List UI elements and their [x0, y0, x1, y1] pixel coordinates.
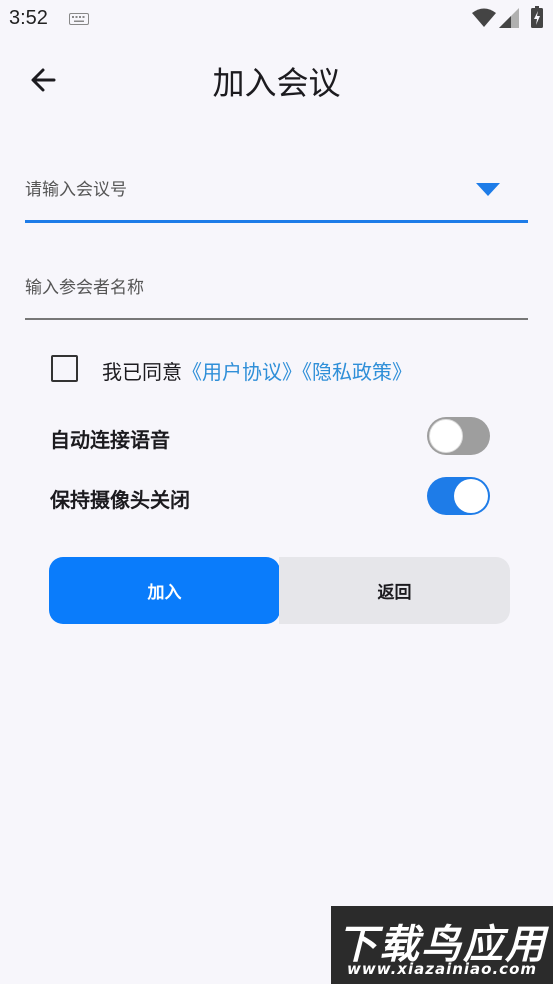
camera-off-label: 保持摄像头关闭: [50, 488, 190, 512]
toggle-thumb: [429, 419, 463, 453]
meeting-number-placeholder: 请输入会议号: [25, 180, 127, 200]
page-title: 加入会议: [212, 64, 341, 102]
agreement-checkbox[interactable]: [51, 355, 78, 382]
back-button[interactable]: 返回: [279, 557, 510, 624]
agreement-text: 我已同意《用户协议》《隐私政策》: [102, 356, 412, 385]
battery-icon: [531, 6, 543, 28]
participant-name-placeholder: 输入参会者名称: [25, 278, 144, 298]
privacy-policy-link[interactable]: 《隐私政策》: [302, 360, 412, 384]
auto-audio-toggle[interactable]: [427, 417, 490, 455]
meeting-number-input[interactable]: 请输入会议号: [25, 160, 528, 223]
keyboard-icon: [69, 13, 89, 25]
participant-name-input[interactable]: 输入参会者名称: [25, 258, 528, 320]
watermark-logo: 下载鸟应用 www.xiazainiao.com: [331, 906, 553, 984]
signal-icon: [499, 8, 519, 28]
camera-off-toggle[interactable]: [427, 477, 490, 515]
agreement-label: 我已同意: [102, 360, 182, 384]
status-bar: 3:52: [0, 0, 553, 40]
wifi-icon: [472, 8, 496, 27]
join-button[interactable]: 加入: [49, 557, 280, 624]
auto-audio-label: 自动连接语音: [50, 428, 170, 452]
user-agreement-link[interactable]: 《用户协议》: [182, 360, 302, 384]
watermark-url: www.xiazainiao.com: [346, 960, 538, 978]
toggle-thumb: [454, 479, 488, 513]
status-time: 3:52: [9, 7, 48, 29]
dropdown-triangle-icon[interactable]: [476, 183, 500, 197]
